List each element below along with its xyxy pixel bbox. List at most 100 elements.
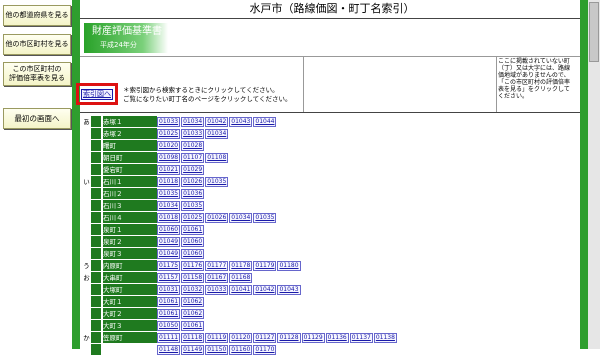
- town-name: 大町３: [102, 319, 157, 332]
- page-link[interactable]: 01111: [157, 333, 181, 343]
- page-link[interactable]: 01061: [157, 297, 181, 307]
- page-link[interactable]: 01043: [277, 285, 301, 295]
- index-map-button[interactable]: 索引図へ: [76, 83, 118, 105]
- page-link[interactable]: 01107: [181, 153, 205, 163]
- page-link[interactable]: 01176: [181, 261, 205, 271]
- page-link[interactable]: 01049: [157, 249, 181, 259]
- page-link[interactable]: 01148: [157, 345, 181, 355]
- row-marker: [91, 127, 103, 140]
- row-marker: [91, 163, 103, 176]
- page-link[interactable]: 01033: [181, 129, 205, 139]
- page-link[interactable]: 01043: [229, 117, 253, 127]
- page-link[interactable]: 01025: [157, 129, 181, 139]
- page-link[interactable]: 01050: [157, 321, 181, 331]
- page-link[interactable]: 01034: [157, 201, 181, 211]
- table-row: 曙町 01020 01028: [82, 139, 398, 152]
- town-index-table: あ赤塚１ 01033 01034 01042 01043 01044 赤塚２ 01025 010…: [82, 116, 398, 356]
- page-link[interactable]: 01031: [157, 285, 181, 295]
- page-link[interactable]: 01034: [181, 117, 205, 127]
- page-link[interactable]: 01026: [181, 177, 205, 187]
- page-link[interactable]: 01035: [157, 189, 181, 199]
- town-name: 笠原町: [102, 331, 157, 344]
- row-marker: [91, 199, 103, 212]
- page-link[interactable]: 01025: [181, 213, 205, 223]
- page-links: 01148 01149 01150 01160 01170: [157, 343, 398, 356]
- page-link[interactable]: 01177: [205, 261, 229, 271]
- page-link[interactable]: 01138: [373, 333, 397, 343]
- page-link[interactable]: 01120: [229, 333, 253, 343]
- table-row: 大町１ 01061 01062: [82, 295, 398, 308]
- page-link[interactable]: 01061: [157, 309, 181, 319]
- page-link[interactable]: 01178: [229, 261, 253, 271]
- page-links: 01098 01107 01108: [157, 151, 398, 164]
- home-button[interactable]: 最初の画面へ: [3, 108, 71, 129]
- page-link[interactable]: 01062: [181, 297, 205, 307]
- scrollbar-thumb[interactable]: [589, 2, 599, 62]
- page-link[interactable]: 01180: [277, 261, 301, 271]
- page-link[interactable]: 01035: [205, 177, 229, 187]
- page-link[interactable]: 01158: [181, 273, 205, 283]
- page-link[interactable]: 01170: [253, 345, 277, 355]
- table-row: 石川３ 01034 01035: [82, 199, 398, 212]
- page-link[interactable]: 01060: [181, 249, 205, 259]
- page-link[interactable]: 01018: [157, 177, 181, 187]
- row-marker: [91, 223, 103, 236]
- page-link[interactable]: 01044: [253, 117, 277, 127]
- row-marker: [91, 247, 103, 260]
- town-name: [102, 343, 157, 356]
- other-prefectures-button[interactable]: 他の都道府県を見る: [3, 5, 71, 26]
- page-link[interactable]: 01098: [157, 153, 181, 163]
- page-link[interactable]: 01119: [205, 333, 229, 343]
- page-link[interactable]: 01179: [253, 261, 277, 271]
- page-link[interactable]: 01028: [181, 141, 205, 151]
- page-link[interactable]: 01167: [205, 273, 229, 283]
- page-link[interactable]: 01060: [181, 237, 205, 247]
- notice-text: ここに掲載されていない町（丁）又は大字には、路線価地域がありませんので、「この市…: [498, 58, 571, 100]
- town-name: 朝日町: [102, 151, 157, 164]
- page-link[interactable]: 01034: [229, 213, 253, 223]
- page-link[interactable]: 01127: [253, 333, 277, 343]
- page-link[interactable]: 01041: [229, 285, 253, 295]
- page-link[interactable]: 01128: [277, 333, 301, 343]
- page-link[interactable]: 01168: [229, 273, 253, 283]
- badge-title: 財産評価基準書: [92, 26, 162, 37]
- page-link[interactable]: 01021: [157, 165, 181, 175]
- kana-label: [82, 235, 91, 248]
- table-row: 朝日町 01098 01107 01108: [82, 151, 398, 164]
- page-link[interactable]: 01061: [181, 321, 205, 331]
- page-link[interactable]: 01034: [205, 129, 229, 139]
- left-frame-bar: [72, 0, 80, 349]
- page-link[interactable]: 01137: [349, 333, 373, 343]
- page-link[interactable]: 01150: [205, 345, 229, 355]
- page-link[interactable]: 01108: [205, 153, 229, 163]
- page-link[interactable]: 01061: [181, 225, 205, 235]
- page-link[interactable]: 01049: [157, 237, 181, 247]
- page-link[interactable]: 01060: [157, 225, 181, 235]
- page-link[interactable]: 01035: [181, 201, 205, 211]
- other-municipalities-button[interactable]: 他の市区町村を見る: [3, 34, 71, 55]
- page-link[interactable]: 01149: [181, 345, 205, 355]
- page-link[interactable]: 01020: [157, 141, 181, 151]
- kana-label: お: [82, 271, 91, 284]
- page-link[interactable]: 01042: [253, 285, 277, 295]
- page-link[interactable]: 01033: [205, 285, 229, 295]
- page-link[interactable]: 01157: [157, 273, 181, 283]
- index-map-link[interactable]: 索引図へ: [81, 88, 113, 100]
- page-link[interactable]: 01018: [157, 213, 181, 223]
- instruction-line: ＊索引図から検索するときにクリックしてください。: [123, 86, 279, 94]
- page-link[interactable]: 01160: [229, 345, 253, 355]
- page-link[interactable]: 01129: [301, 333, 325, 343]
- rate-table-button[interactable]: この市区町村の 評価倍率表を見る: [3, 62, 71, 86]
- page-link[interactable]: 01026: [205, 213, 229, 223]
- page-link[interactable]: 01036: [181, 189, 205, 199]
- page-link[interactable]: 01062: [181, 309, 205, 319]
- page-links: 01025 01033 01034: [157, 127, 398, 140]
- page-link[interactable]: 01175: [157, 261, 181, 271]
- page-link[interactable]: 01042: [205, 117, 229, 127]
- page-link[interactable]: 01029: [181, 165, 205, 175]
- page-link[interactable]: 01118: [181, 333, 205, 343]
- page-link[interactable]: 01033: [157, 117, 181, 127]
- page-link[interactable]: 01136: [325, 333, 349, 343]
- page-link[interactable]: 01035: [253, 213, 277, 223]
- page-link[interactable]: 01032: [181, 285, 205, 295]
